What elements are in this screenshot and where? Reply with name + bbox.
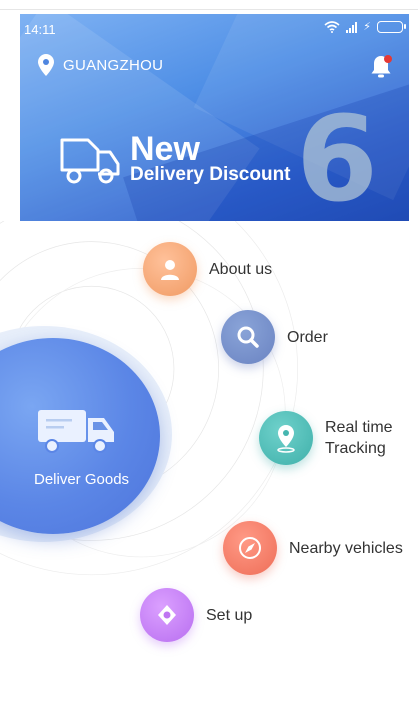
status-bar: 14:11 ⚡ [20, 14, 409, 42]
menu-label-tracking: Tracking [325, 440, 386, 457]
status-time: 14:11 [24, 22, 56, 37]
app-screen: 14:11 ⚡ GUANGZHOU New Delivery Discount … [0, 0, 418, 706]
delivery-truck-icon [38, 410, 114, 453]
menu-label-set-up: Set up [206, 606, 253, 624]
menu-item-nearby-vehicles[interactable]: Nearby vehicles [223, 521, 403, 575]
person-icon [161, 260, 179, 280]
menu-item-real-time-tracking[interactable]: Real time Tracking [259, 411, 393, 465]
signal-icon [346, 21, 358, 33]
notification-button[interactable] [369, 54, 393, 85]
charging-icon: ⚡ [363, 21, 371, 33]
menu-item-set-up[interactable]: Set up [140, 588, 252, 642]
menu-label-nearby-vehicles: Nearby vehicles [289, 539, 403, 557]
location-pin-icon [38, 54, 54, 76]
menu-item-about-us[interactable]: About us [143, 242, 272, 296]
menu-label-real-time: Real time [325, 419, 393, 436]
deliver-goods-label: Deliver Goods [34, 471, 130, 488]
promo-content: New Delivery Discount [58, 130, 291, 186]
compass-icon [239, 537, 261, 559]
search-icon [237, 326, 259, 348]
location-pin-icon [277, 425, 295, 453]
location-selector[interactable]: GUANGZHOU [38, 54, 163, 76]
settings-icon [158, 605, 176, 625]
promo-number: 6 [296, 90, 379, 221]
promo-title: New [130, 130, 200, 168]
menu-label-about-us: About us [209, 260, 273, 278]
menu-item-order[interactable]: Order [221, 310, 328, 364]
menu-label-order: Order [287, 328, 328, 346]
battery-icon [377, 20, 406, 33]
bell-icon [371, 55, 392, 78]
top-divider [0, 9, 418, 10]
promo-subtitle: Delivery Discount [130, 164, 291, 185]
location-city: GUANGZHOU [63, 56, 164, 74]
promo-banner[interactable]: 14:11 ⚡ GUANGZHOU New Delivery Discount … [20, 14, 409, 221]
wifi-icon [324, 20, 340, 33]
truck-icon [60, 138, 120, 184]
